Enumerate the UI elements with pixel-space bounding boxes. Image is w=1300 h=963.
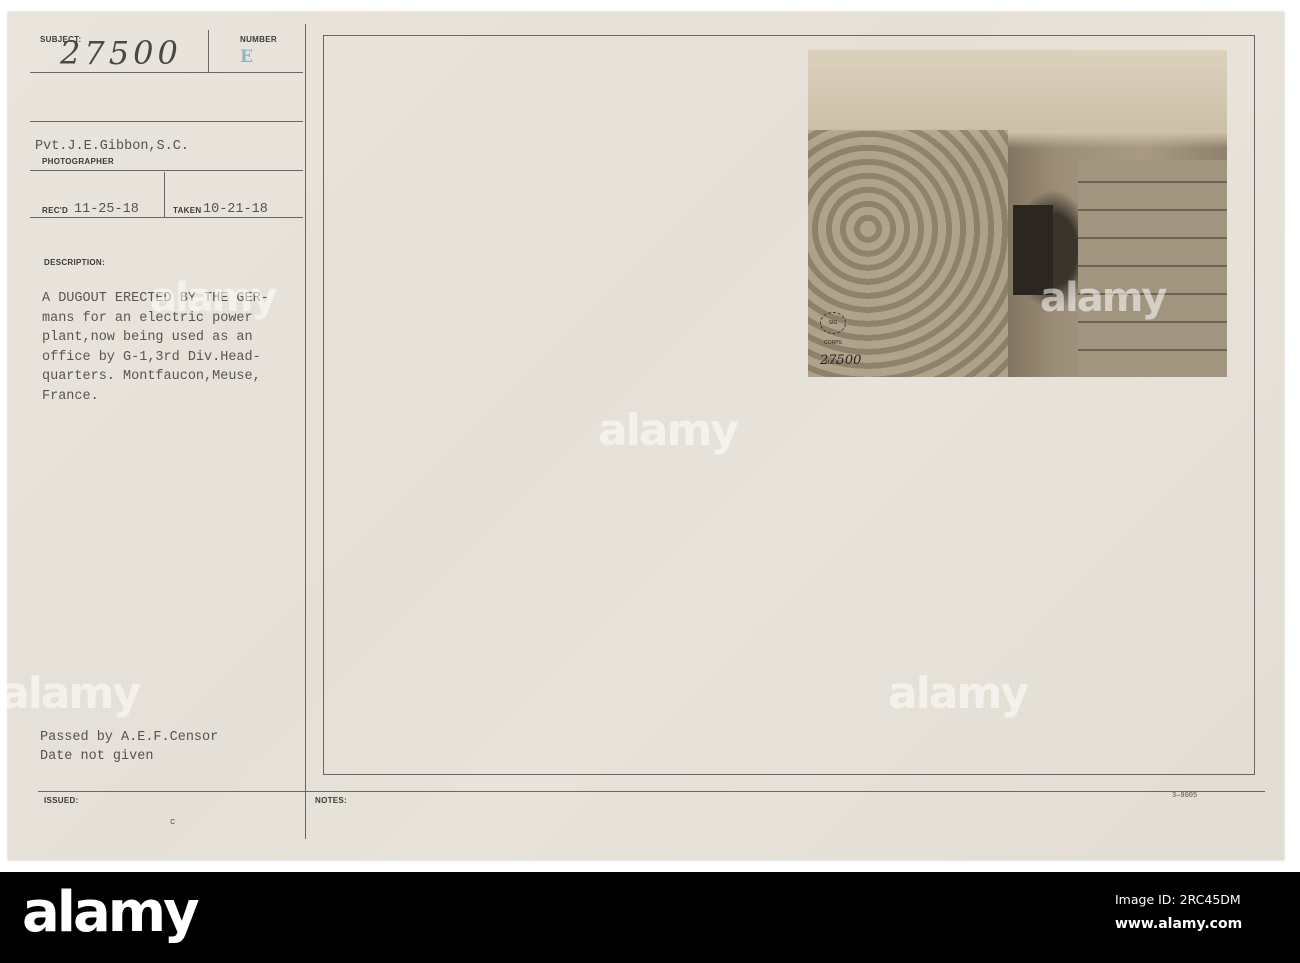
issued-mark: c bbox=[170, 817, 176, 827]
watermark: alamy bbox=[598, 405, 739, 456]
censor-line-2: Date not given bbox=[40, 749, 154, 764]
stock-footer-bar: alamy Image ID: 2RC45DM www.alamy.com bbox=[0, 872, 1300, 963]
watermark: alamy bbox=[150, 275, 277, 321]
divider bbox=[208, 30, 209, 72]
recd-label: REC'D bbox=[42, 206, 69, 215]
divider bbox=[38, 791, 1265, 792]
photographer-label: PHOTOGRAPHER bbox=[42, 157, 114, 166]
censor-line-1: Passed by A.E.F.Censor bbox=[40, 730, 219, 745]
divider bbox=[164, 172, 165, 217]
site-url: www.alamy.com bbox=[1115, 916, 1243, 932]
issued-label: ISSUED: bbox=[44, 796, 79, 805]
divider bbox=[30, 121, 303, 122]
form-number: 3—9005 bbox=[1172, 792, 1198, 800]
dugout-photograph: SIG CORPS U.S.A. 27500 bbox=[808, 50, 1227, 377]
watermark: alamy bbox=[888, 668, 1029, 719]
number-stamp: E bbox=[240, 47, 253, 67]
photo-concrete-roof bbox=[808, 50, 1227, 130]
alamy-logo: alamy bbox=[22, 880, 200, 945]
notes-label: NOTES: bbox=[315, 796, 348, 805]
taken-label: TAKEN bbox=[173, 206, 202, 215]
image-id: Image ID: 2RC45DM bbox=[1115, 892, 1241, 907]
photo-stone-wall bbox=[1078, 160, 1227, 377]
photo-inscription: 27500 bbox=[820, 353, 862, 368]
watermark: alamy bbox=[1040, 275, 1167, 321]
taken-date: 10-21-18 bbox=[203, 202, 268, 217]
recd-date: 11-25-18 bbox=[74, 202, 139, 217]
divider bbox=[30, 217, 303, 218]
watermark: alamy bbox=[0, 668, 141, 719]
photographer-name: Pvt.J.E.Gibbon,S.C. bbox=[35, 139, 189, 154]
description-label: DESCRIPTION: bbox=[44, 258, 105, 267]
divider bbox=[30, 72, 303, 73]
number-label: NUMBER bbox=[240, 35, 277, 44]
signal-corps-seal: SIG CORPS U.S.A. bbox=[820, 312, 846, 366]
divider bbox=[30, 170, 303, 171]
column-divider bbox=[305, 24, 306, 839]
subject-number: 27500 bbox=[60, 34, 182, 72]
